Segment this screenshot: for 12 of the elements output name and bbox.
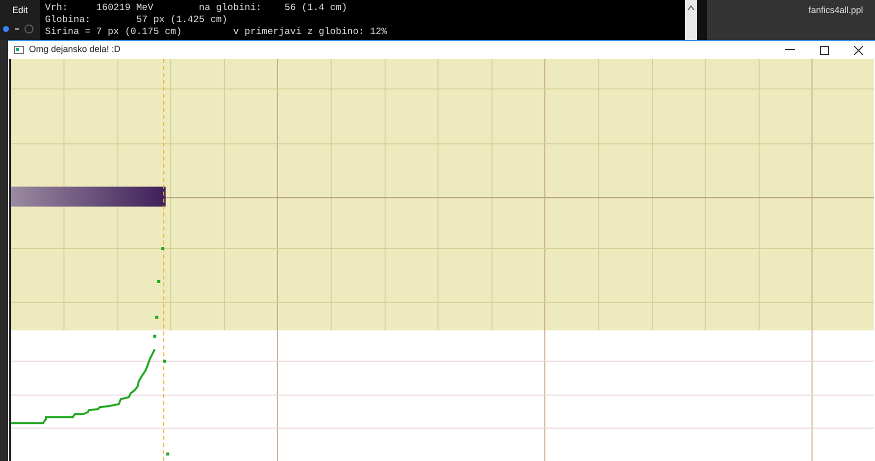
console-line: Globina: 57 px (1.425 cm) — [45, 14, 228, 26]
minimize-icon — [785, 49, 795, 51]
menu-item[interactable]: Edit — [12, 4, 28, 18]
maximize-icon — [820, 46, 828, 54]
close-icon — [854, 46, 862, 54]
window-title: Omg dejansko dela! :D — [29, 43, 121, 56]
app-icon — [14, 46, 24, 54]
scrollbar[interactable] — [685, 0, 697, 40]
console-line: Sirina = 7 px (0.175 cm) v primerjavi z globino: 12% — [45, 26, 388, 38]
console-line: Vrh: 160219 MeV na globini: 56 (1.4 cm) — [45, 2, 348, 14]
scroll-up-icon[interactable] — [687, 4, 695, 12]
file-tab[interactable]: fanfics4all.ppl — [808, 4, 863, 16]
